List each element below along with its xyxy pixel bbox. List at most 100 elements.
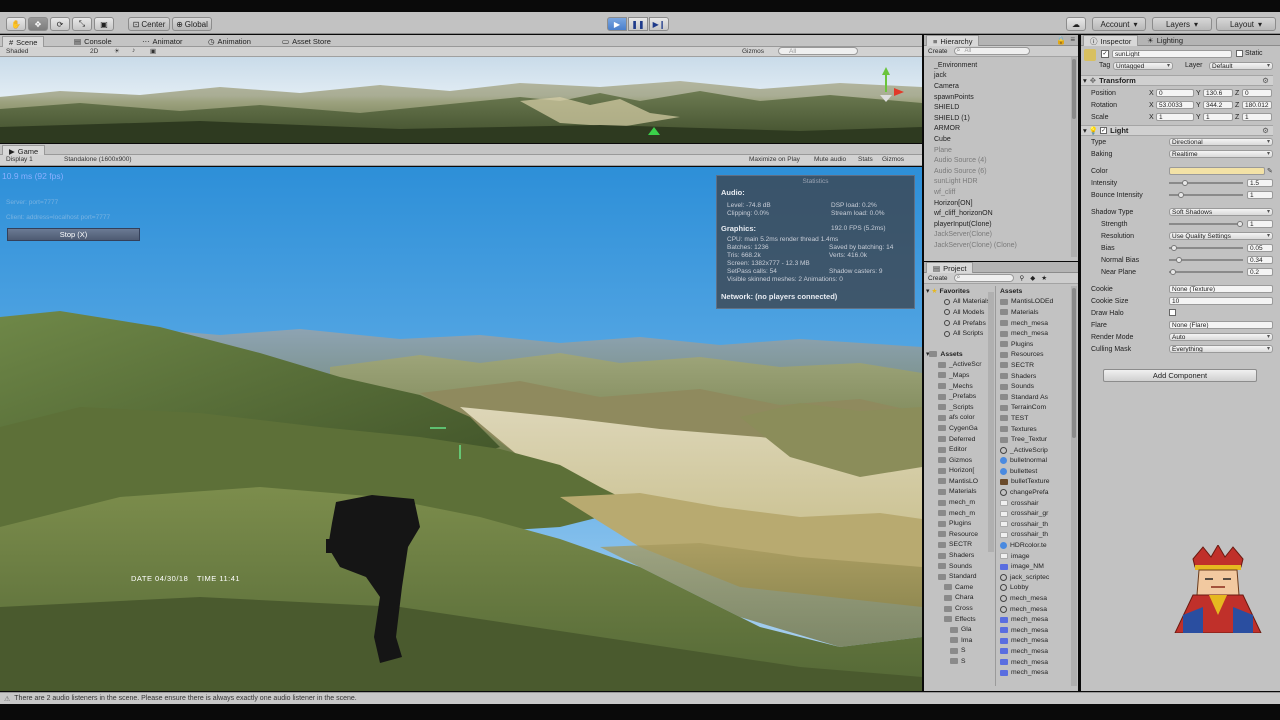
pivot-toggle[interactable]: ⊡ Center — [128, 17, 170, 31]
rotation-z-field[interactable]: 180.012 — [1242, 101, 1272, 109]
tag-dropdown[interactable]: Untagged — [1113, 62, 1173, 70]
hierarchy-item[interactable]: Camera — [934, 81, 1078, 92]
project-tree-item[interactable]: mech_m — [926, 508, 994, 519]
project-tree-item[interactable]: CygenGa — [926, 423, 994, 434]
2d-toggle[interactable]: 2D — [90, 48, 98, 55]
asset-item[interactable]: TEST — [1000, 413, 1070, 424]
project-tree-item[interactable]: _Maps — [926, 370, 994, 381]
asset-item[interactable]: mech_mesa — [1000, 318, 1070, 329]
rect-tool-button[interactable]: ▣ — [94, 17, 114, 31]
tab-inspector[interactable]: ⓘ Inspector — [1083, 35, 1139, 46]
favorite-item[interactable]: All Scripts — [926, 328, 994, 339]
project-tree-item[interactable]: S — [926, 646, 994, 657]
project-create-dropdown[interactable]: Create — [928, 275, 948, 282]
hierarchy-scrollbar[interactable] — [1071, 57, 1077, 257]
strength-field[interactable]: 1 — [1247, 220, 1273, 228]
asset-item[interactable]: image — [1000, 551, 1070, 562]
display-dropdown[interactable]: Display 1 — [6, 156, 33, 163]
hierarchy-item[interactable]: wf_cliff_horizonON — [934, 208, 1078, 219]
project-tree-item[interactable]: _Scripts — [926, 402, 994, 413]
project-tree-item[interactable]: Sounds — [926, 561, 994, 572]
gear-icon[interactable]: ⚙ — [1262, 126, 1269, 135]
cloud-button[interactable]: ☁ — [1066, 17, 1086, 31]
game-gizmos-dropdown[interactable]: Gizmos — [882, 156, 904, 163]
project-tree-item[interactable]: Shaders — [926, 550, 994, 561]
asset-item[interactable]: mech_mesa — [1000, 667, 1070, 678]
project-tree-item[interactable]: Materials — [926, 487, 994, 498]
account-dropdown[interactable]: Account ▾ — [1092, 17, 1146, 31]
tab-scene[interactable]: # Scene — [2, 36, 45, 47]
mute-audio-toggle[interactable]: Mute audio — [814, 156, 846, 163]
asset-item[interactable]: mech_mesa — [1000, 646, 1070, 657]
hierarchy-item[interactable]: jack — [934, 71, 1078, 82]
asset-item[interactable]: Lobby — [1000, 583, 1070, 594]
strength-slider[interactable] — [1169, 223, 1243, 225]
audio-toggle-icon[interactable]: ♪ — [132, 47, 135, 54]
scene-viewport[interactable] — [0, 57, 922, 143]
pause-button[interactable]: ❚❚ — [628, 17, 648, 31]
cookie-size-field[interactable]: 10 — [1169, 297, 1273, 305]
asset-item[interactable]: HDRcolor.te — [1000, 540, 1070, 551]
resolution-dropdown[interactable]: Standalone (1600x900) — [64, 156, 132, 163]
active-checkbox[interactable]: ✓ — [1101, 50, 1109, 58]
hierarchy-item[interactable]: spawnPoints — [934, 92, 1078, 103]
scale-y-field[interactable]: 1 — [1203, 113, 1233, 121]
project-tree-item[interactable]: _ActiveScr — [926, 360, 994, 371]
tab-lighting[interactable]: ☀ Lighting — [1141, 35, 1189, 46]
asset-item[interactable]: mech_mesa — [1000, 614, 1070, 625]
asset-item[interactable]: crosshair_th — [1000, 530, 1070, 541]
panel-menu-icon[interactable]: ≡ — [1070, 35, 1075, 44]
tree-scrollbar[interactable] — [988, 292, 994, 552]
intensity-slider[interactable] — [1169, 182, 1243, 184]
effects-toggle-icon[interactable]: ▣ — [150, 47, 156, 55]
step-button[interactable]: ▶❙ — [649, 17, 669, 31]
favorite-item[interactable]: All Models — [926, 307, 994, 318]
project-tree-item[interactable]: S — [926, 656, 994, 667]
eyedropper-icon[interactable]: ✎ — [1267, 167, 1273, 175]
maximize-on-play-toggle[interactable]: Maximize on Play — [749, 156, 800, 163]
asset-item[interactable]: image_NM — [1000, 561, 1070, 572]
space-toggle[interactable]: ⊕ Global — [172, 17, 212, 31]
project-tree-item[interactable]: Standard — [926, 571, 994, 582]
asset-item[interactable]: mech_mesa — [1000, 604, 1070, 615]
near-plane-slider-knob[interactable] — [1169, 269, 1176, 275]
layout-dropdown[interactable]: Layout ▾ — [1216, 17, 1276, 31]
project-tree-item[interactable]: SECTR — [926, 540, 994, 551]
baking-dropdown[interactable]: Realtime — [1169, 150, 1273, 158]
project-tree-item[interactable]: Chara — [926, 593, 994, 604]
project-tree-item[interactable]: afs color — [926, 413, 994, 424]
near-plane-field[interactable]: 0.2 — [1247, 268, 1273, 276]
scene-search-input[interactable]: All — [778, 47, 858, 55]
intensity-slider-knob[interactable] — [1181, 180, 1188, 186]
project-tree-item[interactable]: _Prefabs — [926, 391, 994, 402]
hierarchy-item[interactable]: JackServer(Clone) (Clone) — [934, 240, 1078, 251]
draw-halo-checkbox[interactable] — [1169, 309, 1176, 316]
hierarchy-item[interactable]: sunLight HDR — [934, 177, 1078, 188]
transform-header[interactable]: ▾ ✥ Transform ⚙ — [1081, 75, 1273, 86]
near-plane-slider[interactable] — [1169, 271, 1243, 273]
scale-tool-button[interactable]: ⤡ — [72, 17, 92, 31]
add-component-button[interactable]: Add Component — [1103, 369, 1257, 382]
hand-tool-button[interactable]: ✋ — [6, 17, 26, 31]
render-mode-dropdown[interactable]: Auto — [1169, 333, 1273, 341]
scale-z-field[interactable]: 1 — [1242, 113, 1272, 121]
position-x-field[interactable]: 0 — [1156, 89, 1194, 97]
rotation-y-field[interactable]: 344.2 — [1203, 101, 1233, 109]
game-viewport[interactable]: 10.9 ms (92 fps) Server: port=7777 Clien… — [0, 167, 922, 691]
asset-item[interactable]: Textures — [1000, 424, 1070, 435]
bias-slider[interactable] — [1169, 247, 1243, 249]
scene-gizmos-dropdown[interactable]: Gizmos — [742, 48, 764, 55]
tab-hierarchy[interactable]: ≡ Hierarchy — [926, 35, 980, 46]
asset-item[interactable]: bullettest — [1000, 466, 1070, 477]
hierarchy-item[interactable]: ARMOR — [934, 124, 1078, 135]
asset-item[interactable]: SECTR — [1000, 360, 1070, 371]
light-header[interactable]: ▾ 💡 ✓ Light ⚙ — [1081, 125, 1273, 136]
hierarchy-item[interactable]: Horizon[ON] — [934, 198, 1078, 209]
light-enabled-checkbox[interactable]: ✓ — [1100, 127, 1108, 134]
object-name-field[interactable]: sunLight — [1112, 50, 1232, 58]
project-tree-item[interactable]: _Mechs — [926, 381, 994, 392]
normal-bias-field[interactable]: 0.34 — [1247, 256, 1273, 264]
label-icon[interactable]: ◆ — [1030, 274, 1035, 282]
normal-bias-slider-knob[interactable] — [1176, 257, 1183, 263]
favorites-header[interactable]: ▾ ★ Favorites — [926, 286, 994, 297]
